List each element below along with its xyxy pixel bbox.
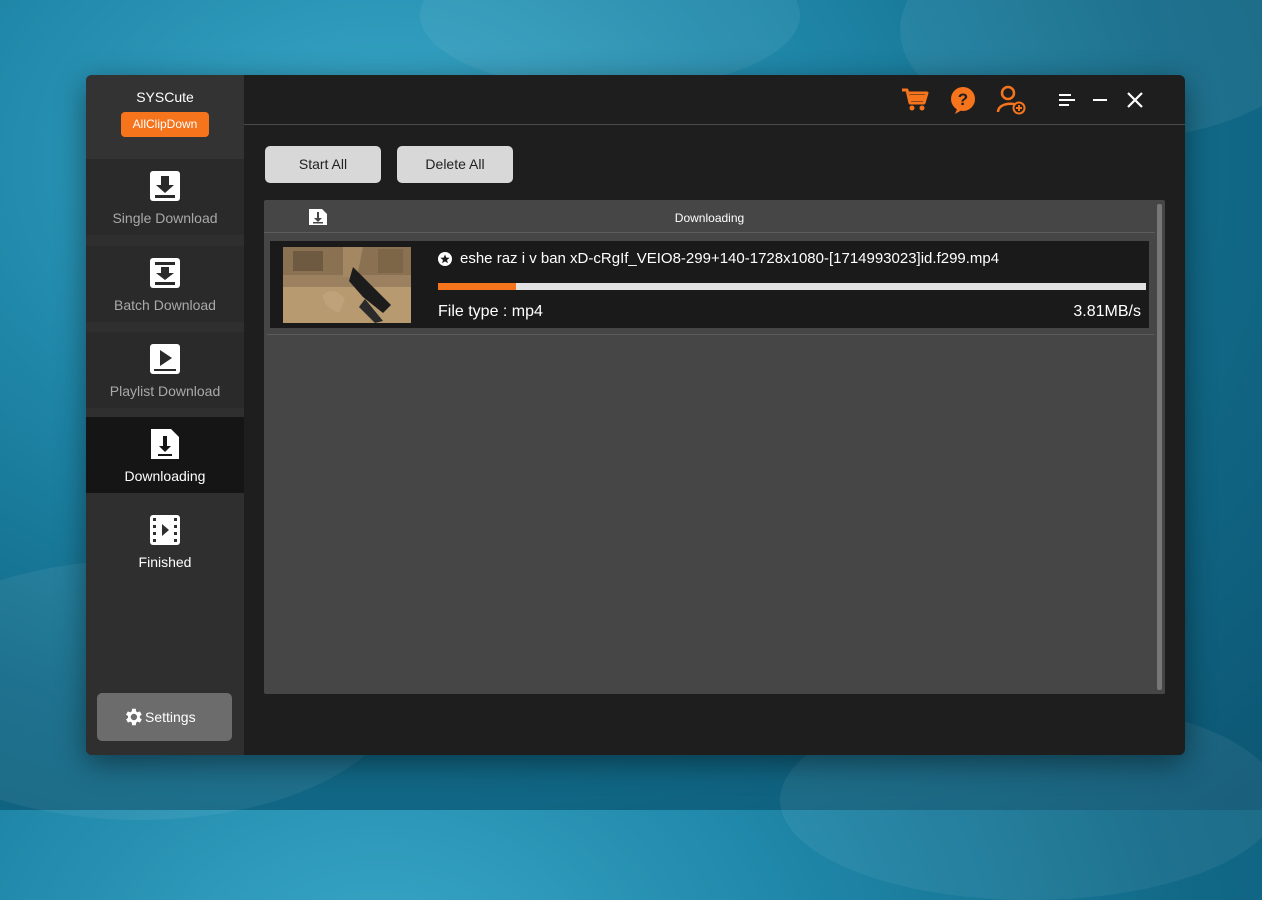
sidebar-item-playlist-download[interactable]: Playlist Download <box>86 332 244 408</box>
star-badge-icon <box>438 252 452 266</box>
batch-download-icon <box>150 258 180 288</box>
sidebar-item-label: Playlist Download <box>109 383 221 399</box>
scrollbar[interactable] <box>1157 204 1162 690</box>
film-icon <box>150 515 180 545</box>
top-bar: ? <box>244 75 1185 125</box>
menu-icon[interactable] <box>1052 85 1082 115</box>
settings-label: Settings <box>145 709 196 725</box>
start-all-button[interactable]: Start All <box>265 146 381 183</box>
download-file-type: File type : mp4 <box>438 303 543 320</box>
sidebar-item-batch-download[interactable]: Batch Download <box>86 246 244 322</box>
sidebar: SYSCute AllClipDown Single Download Batc… <box>86 75 244 755</box>
download-progress-fill <box>438 283 516 290</box>
sidebar-item-label: Downloading <box>124 468 206 484</box>
delete-all-button[interactable]: Delete All <box>397 146 513 183</box>
download-progress-bar <box>438 283 1146 290</box>
user-add-icon[interactable] <box>996 85 1026 115</box>
settings-button[interactable]: Settings <box>97 693 232 741</box>
sidebar-item-label: Batch Download <box>114 297 216 313</box>
file-download-icon <box>151 429 179 459</box>
sidebar-item-single-download[interactable]: Single Download <box>86 159 244 235</box>
sidebar-item-label: Finished <box>138 554 192 570</box>
sidebar-item-label: Single Download <box>112 210 218 226</box>
download-tray-icon <box>150 171 180 201</box>
app-badge[interactable]: AllClipDown <box>121 112 209 137</box>
minimize-icon[interactable] <box>1085 85 1115 115</box>
brand-area: SYSCute AllClipDown <box>86 75 244 160</box>
gear-icon <box>126 708 142 726</box>
help-icon[interactable]: ? <box>948 85 978 115</box>
downloads-panel: Downloading eshe raz i v ban xD-cRgIf_VE… <box>264 200 1165 694</box>
app-name: SYSCute <box>136 89 194 105</box>
download-filename: eshe raz i v ban xD-cRgIf_VEIO8-299+140-… <box>460 250 1000 267</box>
sidebar-item-downloading[interactable]: Downloading <box>86 417 244 493</box>
playlist-play-icon <box>150 344 180 374</box>
row-divider <box>267 334 1154 335</box>
downloads-header-title: Downloading <box>674 211 745 225</box>
cart-icon[interactable] <box>900 85 930 115</box>
download-speed: 3.81MB/s <box>1073 303 1141 320</box>
sidebar-item-finished[interactable]: Finished <box>86 503 244 579</box>
svg-text:?: ? <box>958 90 968 109</box>
download-item[interactable]: eshe raz i v ban xD-cRgIf_VEIO8-299+140-… <box>270 241 1149 328</box>
video-thumbnail <box>283 247 411 323</box>
app-window: SYSCute AllClipDown Single Download Batc… <box>86 75 1185 755</box>
downloads-header: Downloading <box>264 200 1155 233</box>
close-icon[interactable] <box>1120 85 1150 115</box>
